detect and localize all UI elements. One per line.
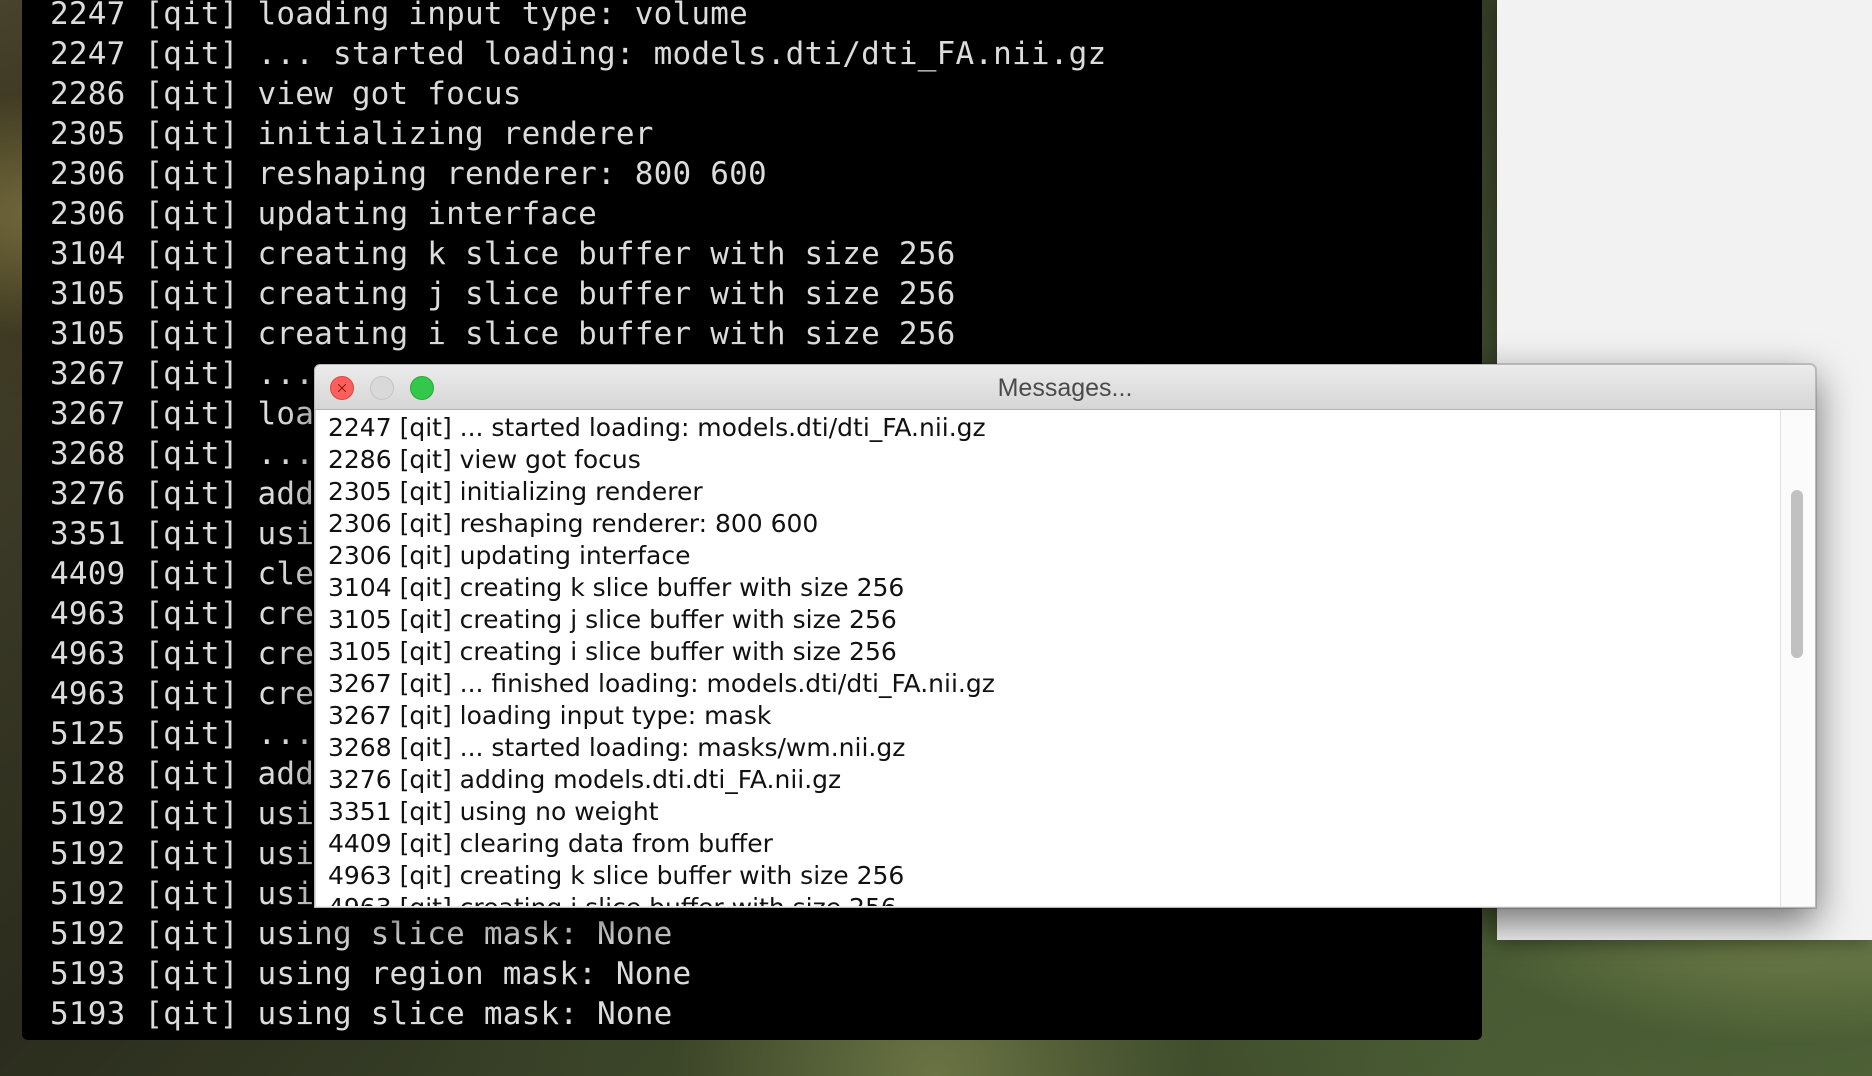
message-list: 2247 [qit] ... started loading: models.d… <box>316 410 1781 906</box>
title-bar[interactable]: Messages... <box>315 365 1815 410</box>
message-line: 3351 [qit] using no weight <box>328 797 659 826</box>
messages-log[interactable]: 2247 [qit] ... started loading: models.d… <box>315 410 1781 906</box>
message-line: 3267 [qit] loading input type: mask <box>328 701 772 730</box>
terminal-line: 2286 [qit] view got focus <box>50 76 522 112</box>
terminal-line: 2305 [qit] initializing renderer <box>50 116 654 152</box>
terminal-line: 2247 [qit] ... started loading: models.d… <box>50 36 1107 72</box>
message-line: 2305 [qit] initializing renderer <box>328 477 703 506</box>
terminal-line: 2247 [qit] loading input type: volume <box>50 0 748 32</box>
message-line: 3268 [qit] ... started loading: masks/wm… <box>328 733 906 762</box>
message-line: 3267 [qit] ... finished loading: models.… <box>328 669 995 698</box>
message-line: 3104 [qit] creating k slice buffer with … <box>328 573 905 602</box>
message-line: 4963 [qit] creating k slice buffer with … <box>328 861 905 890</box>
window-title: Messages... <box>997 374 1133 402</box>
terminal-line: 2306 [qit] reshaping renderer: 800 600 <box>50 156 767 192</box>
terminal-line: 3104 [qit] creating k slice buffer with … <box>50 236 956 272</box>
terminal-line: 5192 [qit] using slice mask: None <box>50 916 673 952</box>
message-line: 3105 [qit] creating j slice buffer with … <box>328 605 897 634</box>
message-line: 2306 [qit] reshaping renderer: 800 600 <box>328 509 819 538</box>
terminal-line: 3105 [qit] creating j slice buffer with … <box>50 276 956 312</box>
terminal-line: 5193 [qit] using region mask: None <box>50 956 692 992</box>
terminal-line: 2306 [qit] updating interface <box>50 196 598 232</box>
messages-window[interactable]: Messages... 2247 [qit] ... started loadi… <box>314 364 1816 908</box>
message-line: 4409 [qit] clearing data from buffer <box>328 829 773 858</box>
terminal-line: 5193 [qit] using slice mask: None <box>50 996 673 1032</box>
message-line: 2306 [qit] updating interface <box>328 541 691 570</box>
vertical-scrollbar[interactable] <box>1780 410 1815 906</box>
message-line: 4963 [qit] creating j slice buffer with … <box>328 892 1781 906</box>
message-line: 2247 [qit] ... started loading: models.d… <box>328 413 986 442</box>
message-line: 3105 [qit] creating i slice buffer with … <box>328 637 897 666</box>
message-line: 2286 [qit] view got focus <box>328 445 641 474</box>
message-line: 3276 [qit] adding models.dti.dti_FA.nii.… <box>328 765 842 794</box>
scrollbar-thumb[interactable] <box>1791 490 1803 658</box>
terminal-line: 3105 [qit] creating i slice buffer with … <box>50 316 956 352</box>
